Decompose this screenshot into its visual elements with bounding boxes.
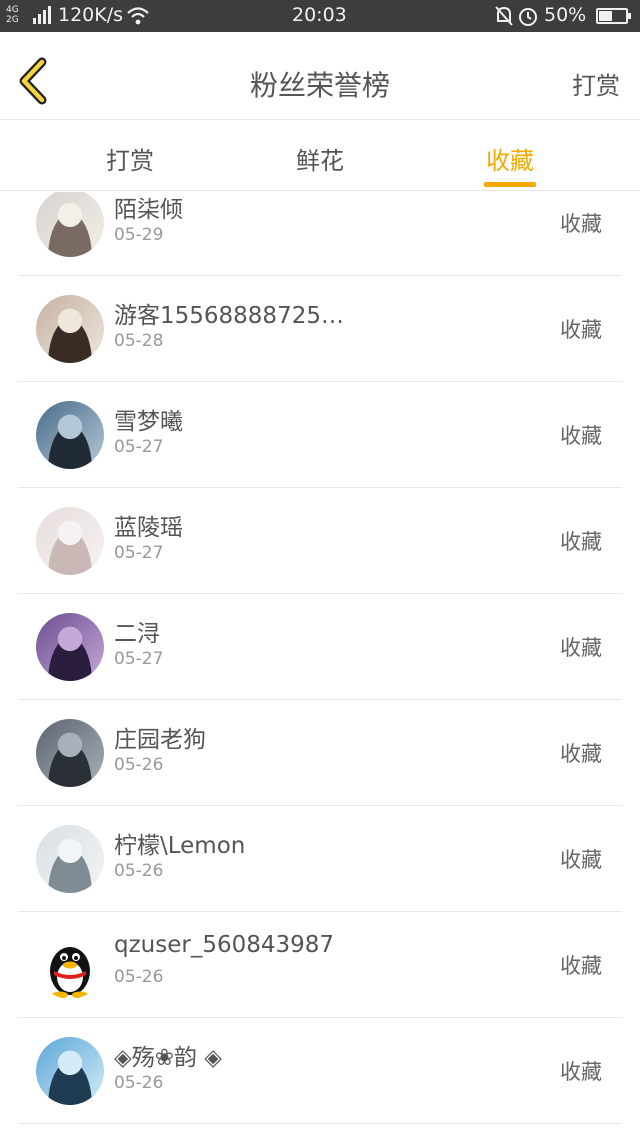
photo-avatar[interactable] [36, 1037, 104, 1105]
user-name: 柠檬\Lemon [114, 833, 246, 859]
favorite-label: 收藏 [560, 848, 602, 872]
tip-button[interactable]: 打赏 [572, 66, 620, 101]
list-item[interactable]: 庄园老狗 05-26 收藏 [18, 700, 622, 806]
favorite-label: 收藏 [560, 212, 602, 236]
list-item[interactable]: 二浔 05-27 收藏 [18, 594, 622, 700]
date-label: 05-27 [114, 437, 164, 457]
list-item[interactable]: 柠檬\Lemon 05-26 收藏 [18, 806, 622, 912]
status-bar: 4G 2G 120K/s 20:03 50% [0, 0, 640, 32]
favorite-label: 收藏 [560, 636, 602, 660]
favorite-label: 收藏 [560, 424, 602, 448]
favorite-label: 收藏 [560, 318, 602, 342]
favorite-label: 收藏 [560, 742, 602, 766]
list-item[interactable]: ◈殇❀韵 ◈ 05-26 收藏 [18, 1018, 622, 1124]
mute-bell-icon [495, 6, 513, 26]
battery-percent: 50% [544, 4, 587, 26]
signal-icon [33, 6, 51, 24]
date-label: 05-26 [114, 967, 164, 987]
list-item[interactable]: 陌柒倾 05-29 收藏 [18, 192, 622, 276]
active-tab-indicator [484, 182, 536, 187]
clock: 20:03 [292, 4, 347, 26]
user-name: 游客15568888725… [114, 303, 344, 329]
user-name: 蓝陵瑶 [114, 515, 183, 541]
network-type-primary: 4G [6, 5, 19, 15]
user-name: qzuser_560843987 [114, 932, 335, 958]
favorite-label: 收藏 [560, 530, 602, 554]
photo-avatar[interactable] [36, 401, 104, 469]
user-name: ◈殇❀韵 ◈ [114, 1045, 222, 1071]
list-item[interactable]: 游客15568888725… 05-28 收藏 [18, 276, 622, 382]
date-label: 05-28 [114, 331, 164, 351]
alarm-icon [519, 8, 537, 26]
date-label: 05-27 [114, 543, 164, 563]
photo-avatar[interactable] [36, 719, 104, 787]
date-label: 05-26 [114, 861, 164, 881]
date-label: 05-29 [114, 225, 164, 245]
date-label: 05-27 [114, 649, 164, 669]
tab-bar: 打赏 鲜花 收藏 [0, 121, 640, 191]
network-type: 4G 2G [6, 5, 19, 25]
app-header: 粉丝荣誉榜 打赏 [0, 32, 640, 120]
list-item[interactable]: 蓝陵瑶 05-27 收藏 [18, 488, 622, 594]
date-label: 05-26 [114, 1073, 164, 1093]
page-title: 粉丝荣誉榜 [249, 69, 390, 102]
tab-flowers[interactable]: 鲜花 [270, 141, 370, 176]
user-name: 二浔 [114, 621, 160, 647]
network-type-secondary: 2G [6, 15, 19, 25]
list-item[interactable]: qzuser_560843987 05-26 收藏 [18, 912, 622, 1018]
user-name: 雪梦曦 [114, 409, 183, 435]
favorite-label: 收藏 [560, 1060, 602, 1084]
user-name: 陌柒倾 [114, 197, 183, 223]
photo-avatar[interactable] [36, 825, 104, 893]
wifi-icon [127, 7, 149, 25]
photo-avatar[interactable] [36, 192, 104, 257]
list-item[interactable]: 雪梦曦 05-27 收藏 [18, 382, 622, 488]
fan-list[interactable]: 陌柒倾 05-29 收藏 游客15568888725… 05-28 收藏 雪梦曦 05-27 收… [0, 192, 640, 1138]
photo-avatar[interactable] [36, 507, 104, 575]
battery-icon [596, 8, 631, 24]
date-label: 05-26 [114, 755, 164, 775]
tab-favorites[interactable]: 收藏 [460, 141, 560, 176]
photo-avatar[interactable] [36, 295, 104, 363]
photo-avatar[interactable] [36, 613, 104, 681]
network-speed: 120K/s [58, 4, 124, 26]
favorite-label: 收藏 [560, 954, 602, 978]
tab-tip[interactable]: 打赏 [80, 141, 180, 176]
user-name: 庄园老狗 [114, 727, 206, 753]
penguin-avatar[interactable] [36, 931, 104, 999]
